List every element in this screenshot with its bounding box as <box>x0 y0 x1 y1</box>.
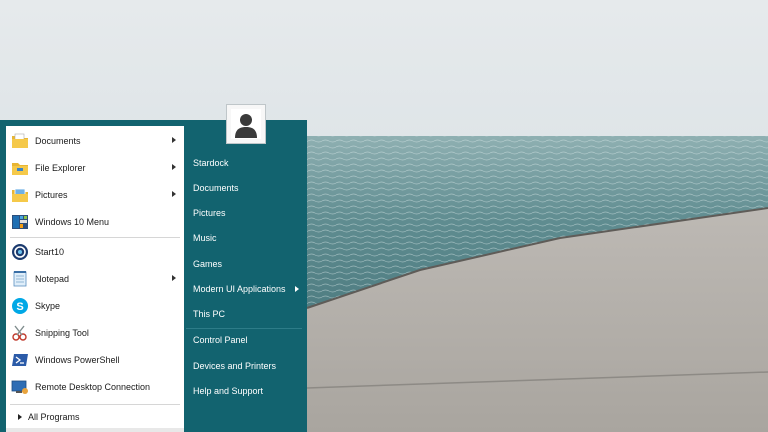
file-explorer-icon <box>10 158 30 178</box>
menu-item-label: Remote Desktop Connection <box>35 382 151 392</box>
remote-desktop-icon <box>10 377 30 397</box>
menu-item-label: Notepad <box>35 274 70 284</box>
right-item-label: Help and Support <box>193 386 264 396</box>
right-item-label: Documents <box>193 183 239 193</box>
submenu-arrow-icon <box>172 275 176 281</box>
right-item-label: Modern UI Applications <box>193 284 286 294</box>
powershell-icon <box>10 350 30 370</box>
right-item-this-pc[interactable]: This PC <box>193 304 303 324</box>
menu-item-start10[interactable]: Start10 <box>6 239 184 265</box>
menu-separator <box>10 237 180 238</box>
right-item-devices-and-printers[interactable]: Devices and Printers <box>193 356 303 376</box>
right-item-label: Stardock <box>193 158 229 168</box>
expand-arrow-icon <box>18 414 22 420</box>
user-avatar-icon[interactable] <box>226 104 266 144</box>
skype-icon: S <box>10 296 30 316</box>
right-item-label: Devices and Printers <box>193 361 277 371</box>
search-box-strip <box>6 428 184 432</box>
submenu-arrow-icon <box>172 191 176 197</box>
menu-separator <box>10 404 180 405</box>
menu-item-label: Pictures <box>35 190 68 200</box>
submenu-arrow-icon <box>172 164 176 170</box>
menu-item-label: Windows 10 Menu <box>35 217 110 227</box>
menu-item-pictures[interactable]: Pictures <box>6 182 184 208</box>
menu-item-windows-powershell[interactable]: Windows PowerShell <box>6 347 184 373</box>
right-item-games[interactable]: Games <box>193 254 303 274</box>
right-item-documents[interactable]: Documents <box>193 178 303 198</box>
menu-item-notepad[interactable]: Notepad <box>6 266 184 292</box>
right-item-label: Games <box>193 259 223 269</box>
start-menu-left-panel: Documents File Explorer Pictures Windows… <box>6 126 184 432</box>
menu-item-windows10-menu[interactable]: Windows 10 Menu <box>6 209 184 235</box>
right-item-stardock[interactable]: Stardock <box>193 153 303 173</box>
right-item-label: Pictures <box>193 208 226 218</box>
submenu-arrow-icon <box>295 286 299 292</box>
windows10-menu-icon <box>10 212 30 232</box>
right-panel-separator <box>186 328 302 329</box>
menu-item-label: File Explorer <box>35 163 86 173</box>
menu-item-documents[interactable]: Documents <box>6 128 184 154</box>
menu-item-label: Snipping Tool <box>35 328 89 338</box>
snipping-tool-icon <box>10 323 30 343</box>
notepad-icon <box>10 269 30 289</box>
menu-item-skype[interactable]: S Skype <box>6 293 184 319</box>
documents-folder-icon <box>10 131 30 151</box>
right-item-modern-ui-applications[interactable]: Modern UI Applications <box>193 279 303 299</box>
start10-icon <box>10 242 30 262</box>
menu-item-label: Start10 <box>35 247 65 257</box>
menu-item-file-explorer[interactable]: File Explorer <box>6 155 184 181</box>
menu-item-label: Skype <box>35 301 61 311</box>
menu-item-remote-desktop[interactable]: Remote Desktop Connection <box>6 374 184 400</box>
right-item-label: This PC <box>193 309 226 319</box>
menu-item-label: Documents <box>35 136 81 146</box>
all-programs-button[interactable]: All Programs <box>6 407 184 427</box>
svg-text:S: S <box>16 301 23 313</box>
submenu-arrow-icon <box>172 137 176 143</box>
start-menu: Documents File Explorer Pictures Windows… <box>0 120 307 432</box>
right-item-pictures[interactable]: Pictures <box>193 203 303 223</box>
menu-item-label: Windows PowerShell <box>35 355 120 365</box>
right-item-label: Control Panel <box>193 335 248 345</box>
all-programs-label: All Programs <box>28 412 80 422</box>
right-item-music[interactable]: Music <box>193 228 303 248</box>
pictures-folder-icon <box>10 185 30 205</box>
menu-item-snipping-tool[interactable]: Snipping Tool <box>6 320 184 346</box>
right-item-control-panel[interactable]: Control Panel <box>193 330 303 350</box>
right-item-label: Music <box>193 233 217 243</box>
right-item-help-and-support[interactable]: Help and Support <box>193 381 303 401</box>
